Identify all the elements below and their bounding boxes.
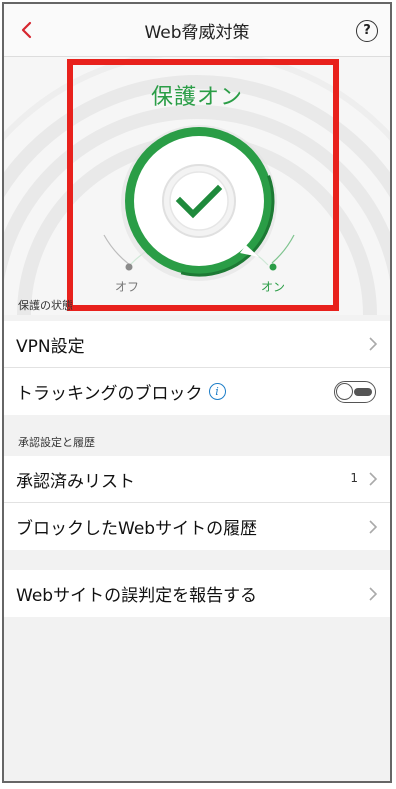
chevron-right-icon bbox=[369, 586, 378, 601]
help-button[interactable]: ? bbox=[356, 20, 378, 42]
blocked-history-label: ブロックしたWebサイトの履歴 bbox=[16, 519, 258, 539]
section-header-protection: 保護の状態 bbox=[18, 299, 73, 312]
chevron-right-icon bbox=[369, 519, 378, 534]
protection-status-title: 保護オン bbox=[150, 85, 243, 110]
approved-list-label: 承認済みリスト bbox=[16, 471, 135, 492]
vpn-settings-row[interactable]: VPN設定 bbox=[4, 321, 390, 368]
toggle-knob bbox=[336, 382, 353, 400]
approval-list: 承認済みリスト 1 ブロックしたWebサイトの履歴 bbox=[4, 456, 390, 550]
info-icon[interactable]: i bbox=[208, 383, 226, 400]
page-title: Web脅威対策 bbox=[144, 23, 250, 43]
tracking-block-row: トラッキングのブロック i bbox=[4, 368, 390, 415]
app-screen: Web脅威対策 ? 保護オン オフ オン 保護の状態 VPN設定 トラッキングの… bbox=[2, 2, 392, 783]
report-list: Webサイトの誤判定を報告する bbox=[4, 570, 390, 617]
protection-list: VPN設定 トラッキングのブロック i bbox=[4, 321, 390, 415]
report-misjudgment-label: Webサイトの誤判定を報告する bbox=[16, 586, 258, 606]
protection-status-panel: 保護オン オフ オン bbox=[4, 57, 390, 315]
section-header-approval: 承認設定と履歴 bbox=[18, 436, 95, 449]
approved-list-row[interactable]: 承認済みリスト 1 bbox=[4, 456, 390, 503]
chevron-right-icon bbox=[369, 337, 378, 351]
approved-count-badge: 1 bbox=[350, 471, 358, 485]
vpn-settings-label: VPN設定 bbox=[16, 336, 85, 357]
tracking-block-toggle[interactable] bbox=[334, 380, 376, 403]
on-label: オン bbox=[261, 280, 286, 294]
report-misjudgment-row[interactable]: Webサイトの誤判定を報告する bbox=[4, 570, 390, 617]
chevron-right-icon bbox=[369, 472, 378, 486]
toggle-track bbox=[354, 387, 372, 396]
tracking-block-label: トラッキングのブロック bbox=[16, 384, 203, 404]
blocked-history-row[interactable]: ブロックしたWebサイトの履歴 bbox=[4, 503, 390, 550]
off-label: オフ bbox=[115, 280, 140, 294]
navigation-bar: Web脅威対策 ? bbox=[4, 4, 390, 57]
